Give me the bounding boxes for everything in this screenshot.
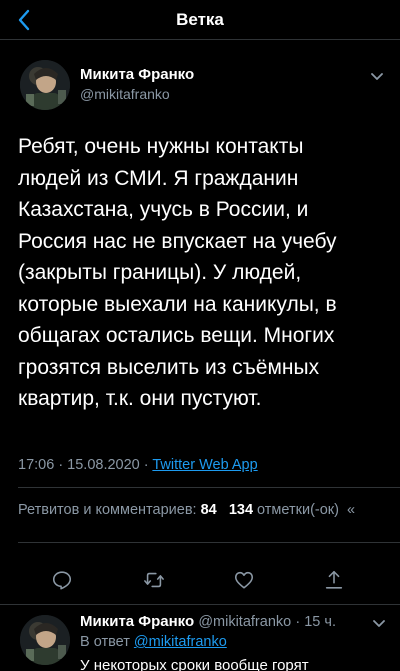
reply-author: Микита Франко @mikitafranko · 15 ч.	[80, 613, 336, 630]
reply-time: · 15 ч.	[295, 614, 336, 630]
chevron-left-icon	[18, 9, 30, 31]
share-button[interactable]	[322, 568, 346, 592]
heart-icon	[234, 571, 254, 589]
reply-to-mention[interactable]: @mikitafranko	[134, 634, 227, 650]
reply-author-name[interactable]: Микита Франко	[80, 613, 194, 630]
tweet-author: Микита Франко @mikitafranko	[0, 58, 400, 110]
tweet-actions	[0, 568, 400, 592]
tweet-stats: Ретвитов и комментариев: 84 134 отметки(…	[18, 502, 355, 518]
avatar[interactable]	[20, 615, 70, 665]
reply-author-handle[interactable]: @mikitafranko	[198, 614, 291, 630]
tweet-menu-button[interactable]	[366, 66, 388, 88]
tweet-meta: 17:06 · 15.08.2020 · Twitter Web App	[18, 457, 258, 473]
like-button[interactable]	[232, 568, 256, 592]
retweets-label: Ретвитов и комментариев:	[18, 502, 201, 518]
page-title: Ветка	[176, 9, 224, 29]
reply-text: У некоторых сроки вообще горят	[80, 657, 309, 671]
chevron-down-icon	[371, 73, 383, 80]
retweets-count[interactable]: 84	[201, 502, 217, 518]
likes-count[interactable]: 134	[229, 502, 253, 518]
chevron-down-icon	[373, 620, 385, 627]
reply-to-label: В ответ	[80, 634, 134, 650]
back-button[interactable]	[8, 4, 40, 36]
retweet-button[interactable]	[142, 568, 166, 592]
tweet-timestamp[interactable]: 17:06 · 15.08.2020 ·	[18, 457, 152, 473]
author-name[interactable]: Микита Франко	[80, 66, 194, 83]
retweet-icon	[144, 572, 164, 588]
avatar-image	[20, 615, 70, 665]
share-icon	[325, 570, 343, 589]
avatar[interactable]	[20, 60, 70, 110]
reply-menu-button[interactable]	[370, 615, 388, 633]
source-app-link[interactable]: Twitter Web App	[152, 457, 257, 473]
comment-icon	[52, 571, 72, 590]
avatar-image	[20, 60, 70, 110]
reply-to-line: В ответ @mikitafranko	[80, 634, 227, 650]
divider	[18, 542, 400, 543]
stats-overflow: «	[347, 502, 356, 518]
reply-button[interactable]	[50, 568, 74, 592]
likes-label: отметки(-ок)	[253, 502, 339, 518]
tweet-text: Ребят, очень нужны контакты людей из СМИ…	[18, 135, 337, 410]
top-bar: Ветка	[0, 0, 400, 40]
reply-tweet[interactable]: Микита Франко @mikitafranko · 15 ч. В от…	[0, 605, 400, 671]
author-handle[interactable]: @mikitafranko	[80, 86, 170, 102]
divider	[18, 487, 400, 488]
